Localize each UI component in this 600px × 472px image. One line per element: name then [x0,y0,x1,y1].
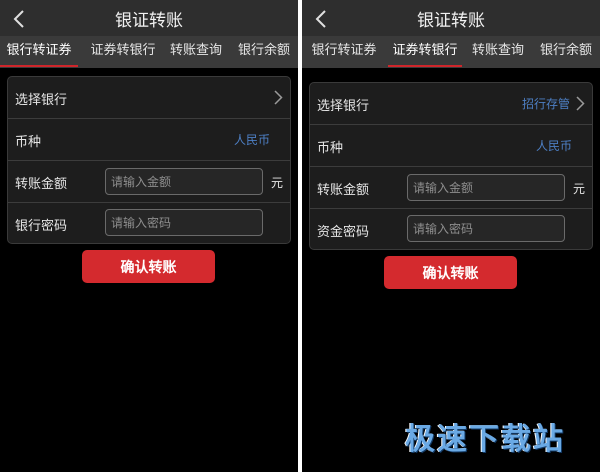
tab-label: 银行余额 [237,43,290,58]
tab-bank-to-securities[interactable]: 银行转证券 [0,36,78,68]
chevron-right-icon [576,96,585,111]
tab-bank-to-securities[interactable]: 银行转证券 [306,36,382,68]
top-bar: 银证转账 [302,0,600,36]
selected-bank-value: 招行存管 [521,97,570,111]
password-input[interactable] [407,215,565,242]
top-bar: 银证转账 [0,0,298,36]
watermark-logo: 极速下载站 [405,422,565,457]
tab-label: 银行转证券 [311,43,377,58]
select-bank-row[interactable]: 选择银行 招行存管 [310,83,592,125]
confirm-transfer-button[interactable]: 确认转账 [384,256,517,289]
currency-value: 人民币 [233,133,270,147]
tab-bar: 银行转证券 证券转银行 转账查询 银行余额 [0,36,298,68]
tab-bank-balance[interactable]: 银行余额 [536,36,596,68]
amount-label: 转账金额 [15,177,68,192]
tab-label: 转账查询 [471,43,524,58]
transfer-form-card: 选择银行 币种 人民币 转账金额 元 银行密码 [7,76,291,244]
tab-active-indicator [388,65,462,67]
amount-label: 转账金额 [317,183,370,198]
password-row: 银行密码 [8,203,290,245]
fund-password-label: 资金密码 [317,225,370,240]
chevron-right-icon [274,90,283,105]
tab-label: 银行余额 [539,43,592,58]
tab-label: 证券转银行 [90,43,156,58]
tab-securities-to-bank[interactable]: 证券转银行 [388,36,462,68]
currency-label: 币种 [15,135,42,150]
tab-label: 证券转银行 [392,43,458,58]
amount-unit: 元 [573,182,586,196]
password-label: 银行密码 [15,219,68,234]
left-screen: 银证转账 银行转证券 证券转银行 转账查询 银行余额 选择银行 币种 人民币 转… [0,0,298,472]
currency-value: 人民币 [535,139,572,153]
select-bank-label: 选择银行 [317,99,370,114]
tab-bar: 银行转证券 证券转银行 转账查询 银行余额 [302,36,600,68]
confirm-transfer-button[interactable]: 确认转账 [82,250,215,283]
tab-bank-balance[interactable]: 银行余额 [234,36,294,68]
tab-label: 银行转证券 [6,43,72,58]
tab-active-indicator [0,65,78,67]
tab-transfer-query[interactable]: 转账查询 [166,36,226,68]
amount-row: 转账金额 元 [310,167,592,209]
amount-input[interactable] [407,174,565,201]
currency-row: 币种 人民币 [310,125,592,167]
transfer-form-card: 选择银行 招行存管 币种 人民币 转账金额 元 资金密码 [309,82,593,250]
password-row: 资金密码 [310,209,592,251]
page-title: 银证转账 [417,11,485,31]
currency-label: 币种 [317,141,344,156]
tab-transfer-query[interactable]: 转账查询 [468,36,528,68]
tab-label: 转账查询 [169,43,222,58]
amount-input[interactable] [105,168,263,195]
password-input[interactable] [105,209,263,236]
select-bank-label: 选择银行 [15,93,68,108]
page-title: 银证转账 [115,11,183,31]
right-screen: 银证转账 银行转证券 证券转银行 转账查询 银行余额 选择银行 招行存管 币种 … [302,0,600,472]
currency-row: 币种 人民币 [8,119,290,161]
select-bank-row[interactable]: 选择银行 [8,77,290,119]
amount-row: 转账金额 元 [8,161,290,203]
tab-securities-to-bank[interactable]: 证券转银行 [84,36,162,68]
amount-unit: 元 [271,176,284,190]
